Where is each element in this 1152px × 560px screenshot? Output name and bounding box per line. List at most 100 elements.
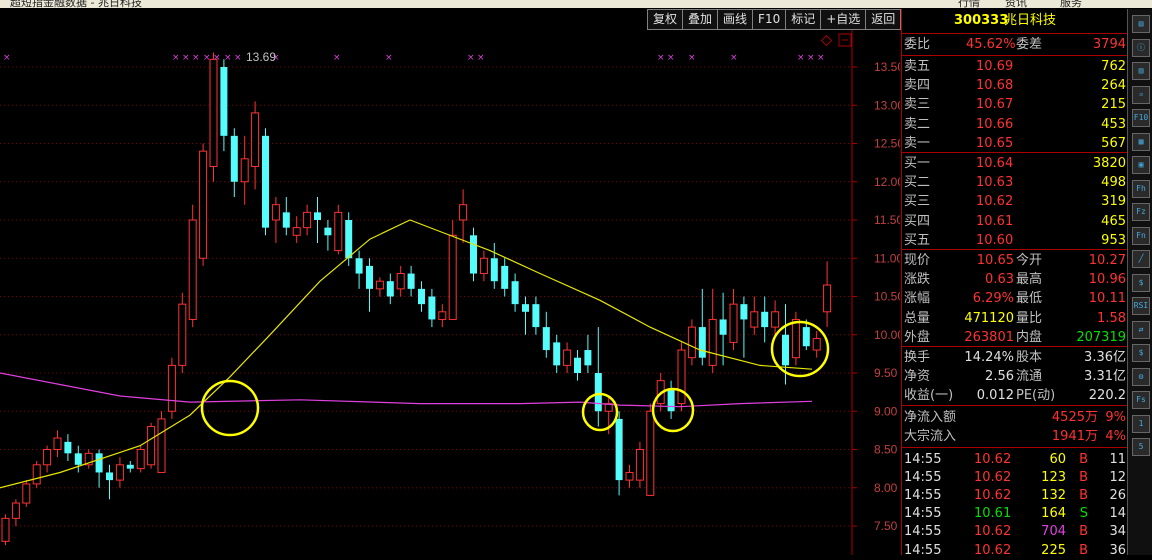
line-icon[interactable]: ╱ — [1132, 250, 1150, 268]
rank-icon[interactable]: ▦ — [1132, 132, 1150, 151]
bid-volume: 498 — [1101, 175, 1126, 191]
mark-button[interactable]: 标记 — [785, 9, 822, 30]
ask-row: 卖一 10.65 567 — [904, 135, 1126, 151]
chart-corner-icons[interactable] — [820, 33, 852, 47]
menu-quotes[interactable]: 行情 — [958, 0, 980, 8]
candle-body — [95, 453, 103, 473]
info-icon[interactable]: ⓘ — [1132, 38, 1150, 57]
candle-body — [782, 334, 789, 366]
five-icon[interactable]: 5 — [1132, 438, 1150, 456]
candle-body — [324, 227, 332, 236]
one-icon[interactable]: 1 — [1132, 414, 1150, 433]
signal-marker: × — [234, 53, 242, 63]
ask-row: 卖四 10.68 264 — [904, 78, 1126, 94]
window-titlebar: 超短指金融数据 - 兆日科技 行情 资讯 服务 — [0, 0, 1152, 8]
candle-body — [470, 235, 477, 274]
candle-body — [438, 311, 447, 320]
fh-icon[interactable]: Fh — [1132, 179, 1150, 198]
candle-body — [53, 437, 62, 450]
signal-marker: × — [797, 53, 805, 63]
f10-button[interactable]: F10 — [752, 9, 787, 30]
fundamental-row: 收益(一) 0.012 PE(动) 220.2 — [904, 388, 1126, 404]
menu-service[interactable]: 服务 — [1060, 0, 1082, 8]
flow-row: 净流入额 4525万 9% — [904, 410, 1126, 425]
candle-body — [147, 426, 156, 466]
peak-price-label: 13.69 — [246, 50, 276, 64]
candle-body — [230, 135, 238, 182]
price-tick-label: 8.00 — [874, 481, 898, 495]
stock-header: 300333 兆日科技 — [902, 11, 1128, 30]
signal-marker: × — [192, 53, 200, 63]
add-watchlist-button[interactable]: +自选 — [820, 9, 867, 30]
overlay-button[interactable]: 叠加 — [682, 9, 719, 30]
candle-body — [574, 357, 581, 373]
draw-line-button[interactable]: 画线 — [717, 9, 754, 30]
candle-body — [501, 265, 509, 289]
stats-icon[interactable]: ▥ — [1132, 62, 1150, 80]
fs-icon[interactable]: Fs — [1132, 391, 1150, 409]
candles — [1, 52, 832, 546]
candle-body — [687, 326, 696, 359]
candle-body — [812, 338, 821, 351]
signal-marker: × — [172, 53, 180, 63]
candle-body — [708, 318, 717, 366]
bar-chart-icon[interactable]: ▤ — [1132, 15, 1150, 33]
bid-price: 10.62 — [976, 194, 1014, 210]
switch-icon[interactable]: ⇄ — [1132, 320, 1150, 339]
diamond-icon[interactable] — [820, 34, 833, 47]
candlestick-chart[interactable]: 13.50 13.00 12.50 12.00 11.50 11.00 10.50 10.00… — [0, 30, 900, 555]
price-tick-label: 11.00 — [874, 251, 900, 265]
menu-news[interactable]: 资讯 — [1005, 0, 1027, 8]
doc-icon[interactable]: ▣ — [1132, 156, 1150, 174]
bid-row: 买三 10.62 319 — [904, 194, 1126, 210]
ask-volume: 762 — [1101, 59, 1126, 74]
candle-body — [32, 464, 41, 485]
back-button[interactable]: 返回 — [865, 9, 902, 30]
candle-body — [1, 517, 10, 542]
candle-body — [355, 258, 363, 274]
candle-body — [615, 418, 623, 481]
rsi-icon[interactable]: RSI — [1132, 297, 1150, 315]
price-tick-label: 9.00 — [874, 404, 898, 418]
bid-row: 买五 10.60 953 — [904, 232, 1126, 248]
candle-body — [262, 135, 269, 228]
tool-sidebar: ▤ ⓘ ▥ ♒ F10 ▦ ▣ Fh Fz Fn ╱ $ RSI ⇄ $ ⚙ Fs 1 5 — [1127, 9, 1152, 555]
signal-marker: × — [688, 53, 696, 63]
price-tick-label: 13.50 — [874, 60, 900, 74]
signal-marker: × — [213, 53, 221, 63]
bid-row: 买二 10.63 498 — [904, 175, 1126, 191]
candle-body — [282, 212, 290, 228]
candle-body — [126, 464, 134, 469]
price-tick-label: 11.50 — [874, 213, 900, 227]
settings-icon[interactable]: ⚙ — [1132, 367, 1150, 386]
candle-body — [511, 281, 519, 305]
restore-rights-button[interactable]: 复权 — [647, 9, 684, 30]
dollar-icon[interactable]: $ — [1132, 344, 1150, 362]
candle-body — [334, 211, 343, 252]
time-share-icon[interactable]: ♒ — [1132, 85, 1150, 104]
candle-body — [43, 449, 52, 466]
f10-icon[interactable]: F10 — [1132, 109, 1150, 127]
candle-body — [791, 318, 800, 359]
candle-body — [667, 388, 675, 412]
bid-volume: 319 — [1101, 194, 1126, 210]
signal-marker: × — [477, 53, 485, 63]
candle-body — [729, 303, 738, 343]
ask-volume: 453 — [1101, 116, 1126, 132]
candle-body — [719, 319, 727, 335]
candle-body — [646, 410, 655, 496]
candle-body — [761, 311, 769, 328]
fundamental-row: 换手 14.24% 股本 3.36亿 — [904, 350, 1126, 365]
security-icon[interactable]: $ — [1132, 273, 1150, 292]
candle-body — [106, 472, 113, 481]
fz-icon[interactable]: Fz — [1132, 203, 1150, 221]
quote-row: 现价 10.65 今开 10.27 — [904, 253, 1126, 268]
candle-body — [220, 67, 228, 136]
fund-icon[interactable]: Fn — [1132, 226, 1150, 245]
highlight-circle — [200, 379, 260, 437]
candle-body — [115, 464, 124, 481]
candle-body — [677, 349, 686, 405]
weibi-row: 委比 45.62% 委差 3794 — [904, 37, 1126, 52]
ask-row: 卖二 10.66 453 — [904, 116, 1126, 132]
candle-body — [750, 311, 759, 328]
